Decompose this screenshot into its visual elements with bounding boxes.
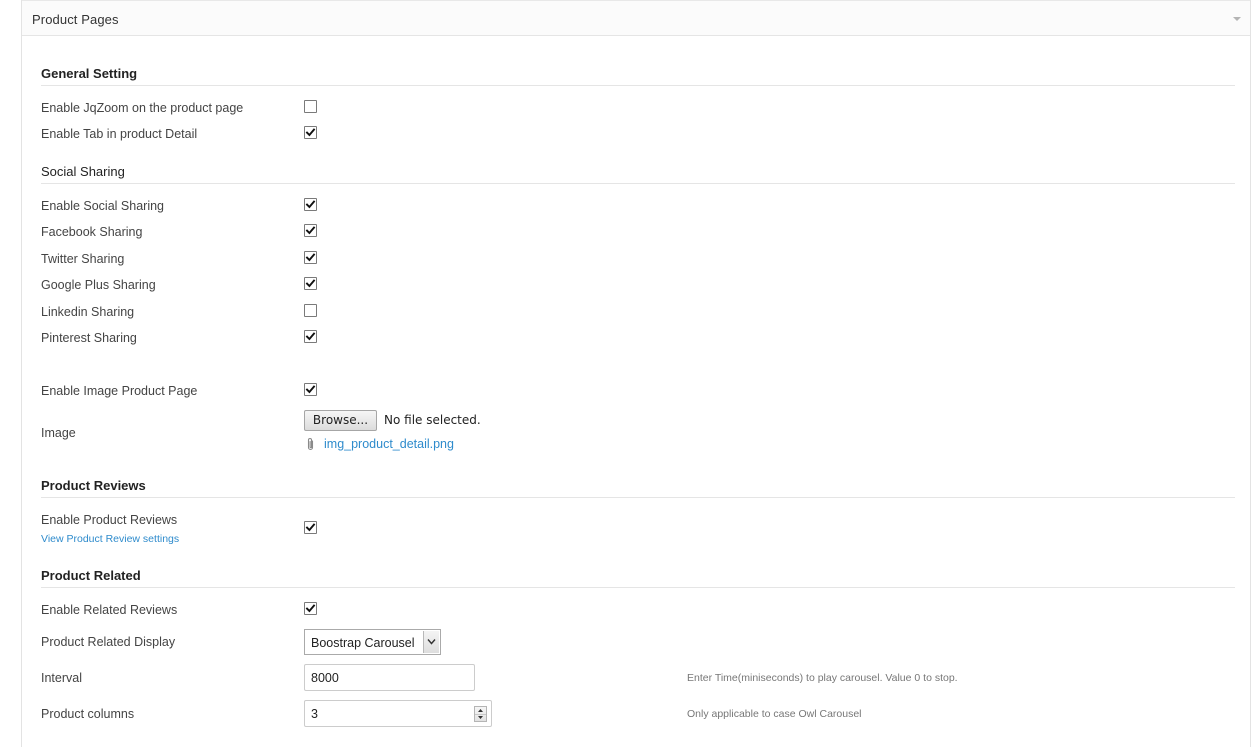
section-divider — [41, 497, 1235, 498]
related-reviews-label: Enable Related Reviews — [41, 603, 178, 617]
checkmark-icon — [305, 253, 316, 262]
related-reviews-checkbox[interactable] — [304, 602, 317, 615]
interval-label: Interval — [41, 671, 82, 685]
checkmark-icon — [305, 385, 316, 394]
review-settings-link[interactable]: View Product Review settings — [41, 533, 179, 545]
stepper-buttons — [474, 706, 487, 722]
jqzoom-checkbox[interactable] — [304, 100, 317, 113]
checkmark-icon — [305, 523, 316, 532]
checkmark-icon — [305, 332, 316, 341]
product-reviews-label: Enable Product Reviews — [41, 513, 178, 527]
checkmark-icon — [305, 200, 316, 209]
twitter-sharing-checkbox[interactable] — [304, 251, 317, 264]
social-sharing-checkbox[interactable] — [304, 198, 317, 211]
linkedin-sharing-label: Linkedin Sharing — [41, 305, 135, 319]
interval-input[interactable]: 8000 — [304, 664, 475, 691]
linkedin-sharing-checkbox[interactable] — [304, 304, 317, 317]
section-title-reviews: Product Reviews — [41, 478, 146, 493]
section-title-social: Social Sharing — [41, 164, 125, 179]
facebook-sharing-checkbox[interactable] — [304, 224, 317, 237]
related-display-select[interactable]: Boostrap Carousel — [304, 629, 441, 655]
jqzoom-label: Enable JqZoom on the product page — [41, 101, 244, 115]
twitter-sharing-label: Twitter Sharing — [41, 252, 125, 266]
browse-button[interactable]: Browse... — [304, 410, 377, 431]
image-product-page-checkbox[interactable] — [304, 383, 317, 396]
related-display-label: Product Related Display — [41, 635, 176, 649]
collapse-arrow-icon[interactable] — [1233, 17, 1241, 21]
section-divider — [41, 85, 1235, 86]
tab-detail-label: Enable Tab in product Detail — [41, 127, 198, 141]
checkmark-icon — [305, 604, 316, 613]
interval-help-text: Enter Time(miniseconds) to play carousel… — [687, 672, 958, 684]
tab-detail-checkbox[interactable] — [304, 126, 317, 139]
facebook-sharing-label: Facebook Sharing — [41, 225, 143, 239]
section-divider — [41, 587, 1235, 588]
product-columns-value: 3 — [311, 707, 318, 721]
panel-title: Product Pages — [32, 12, 119, 27]
chevron-down-icon[interactable] — [423, 631, 439, 653]
related-display-value: Boostrap Carousel — [311, 636, 415, 650]
paperclip-icon — [307, 438, 314, 451]
product-columns-help-text: Only applicable to case Owl Carousel — [687, 708, 862, 720]
section-title-related: Product Related — [41, 568, 141, 583]
product-columns-label: Product columns — [41, 707, 135, 721]
current-image-file-link[interactable]: img_product_detail.png — [324, 437, 454, 451]
checkmark-icon — [305, 128, 316, 137]
pinterest-sharing-label: Pinterest Sharing — [41, 331, 137, 345]
panel-header[interactable]: Product Pages — [22, 0, 1250, 36]
image-label: Image — [41, 426, 76, 440]
image-product-page-label: Enable Image Product Page — [41, 384, 198, 398]
product-reviews-checkbox[interactable] — [304, 521, 317, 534]
section-title-general: General Setting — [41, 66, 138, 81]
section-divider — [41, 183, 1235, 184]
interval-value: 8000 — [311, 671, 339, 685]
googleplus-sharing-label: Google Plus Sharing — [41, 278, 156, 292]
checkmark-icon — [305, 279, 316, 288]
product-columns-stepper[interactable]: 3 — [304, 700, 492, 727]
stepper-down-icon[interactable] — [475, 714, 486, 721]
social-sharing-label: Enable Social Sharing — [41, 199, 164, 213]
product-pages-panel: Product Pages General Setting Enable JqZ… — [21, 0, 1251, 747]
file-status-text: No file selected. — [384, 413, 481, 427]
googleplus-sharing-checkbox[interactable] — [304, 277, 317, 290]
checkmark-icon — [305, 226, 316, 235]
pinterest-sharing-checkbox[interactable] — [304, 330, 317, 343]
